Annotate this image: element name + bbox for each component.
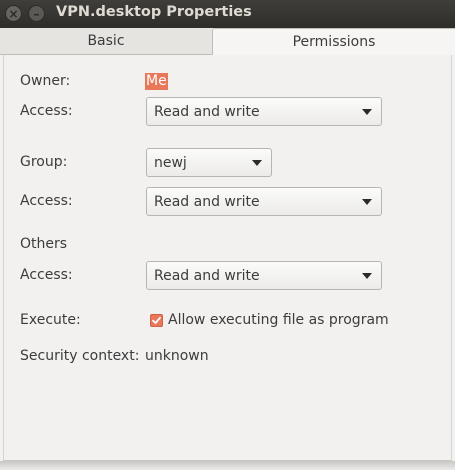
close-button[interactable]: × <box>5 5 22 22</box>
window-title: VPN.desktop Properties <box>56 4 252 20</box>
security-context-value: unknown <box>145 348 209 364</box>
execute-checkbox[interactable] <box>150 314 163 327</box>
execute-checkbox-label[interactable]: Allow executing file as program <box>168 312 389 328</box>
group-dropdown[interactable]: newj <box>146 148 272 177</box>
tab-bar: Basic Permissions <box>0 28 455 55</box>
minimize-button[interactable]: – <box>28 5 45 22</box>
group-access-dropdown[interactable]: Read and write <box>146 187 382 216</box>
group-label: Group: <box>20 154 68 170</box>
tab-basic[interactable]: Basic <box>0 28 212 54</box>
tab-permissions[interactable]: Permissions <box>212 28 455 55</box>
execute-label: Execute: <box>20 312 81 328</box>
minimize-icon: – <box>33 6 40 21</box>
chevron-down-icon <box>362 273 372 279</box>
others-access-dropdown[interactable]: Read and write <box>146 261 382 290</box>
owner-access-label: Access: <box>20 103 73 119</box>
checkmark-icon <box>152 316 161 324</box>
close-icon: × <box>8 6 19 21</box>
window-bottom-edge <box>0 461 455 470</box>
group-access-label: Access: <box>20 193 73 209</box>
others-label: Others <box>20 236 68 252</box>
owner-access-dropdown[interactable]: Read and write <box>146 97 382 126</box>
group-value: newj <box>154 154 187 171</box>
others-access-label: Access: <box>20 267 73 283</box>
security-context-label: Security context: <box>20 348 140 364</box>
chevron-down-icon <box>362 199 372 205</box>
owner-label: Owner: <box>20 73 71 89</box>
chevron-down-icon <box>362 109 372 115</box>
properties-window: × – VPN.desktop Properties Basic Permiss… <box>0 0 455 470</box>
group-access-value: Read and write <box>154 193 260 210</box>
permissions-panel: Owner: Me Access: Read and write Group: … <box>3 55 452 461</box>
title-bar[interactable]: × – VPN.desktop Properties <box>0 0 455 28</box>
owner-value[interactable]: Me <box>145 73 168 90</box>
chevron-down-icon <box>252 160 262 166</box>
others-access-value: Read and write <box>154 267 260 284</box>
owner-access-value: Read and write <box>154 103 260 120</box>
